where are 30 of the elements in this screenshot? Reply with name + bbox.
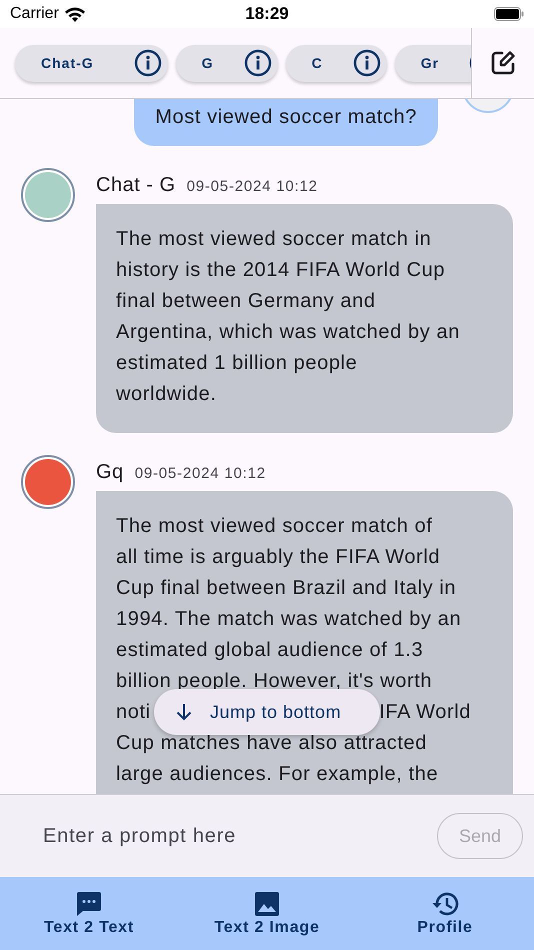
clock: 18:29 [245,4,289,24]
nav-tab[interactable]: Text 2 Image [178,877,356,950]
message-text: history is the 2014 FIFA World Cup [116,258,446,283]
model-chip[interactable]: C [286,44,387,82]
message-text: noti [116,700,151,725]
model-chip[interactable]: G [176,44,278,82]
message-text: estimated global audience of 1.3 [116,638,424,663]
message-text: IFA World [379,700,471,725]
prompt-field[interactable]: Enter a prompt here [41,824,427,848]
model-chip[interactable]: Gr [394,44,471,82]
timestamp: 09-05-2024 10:12 [186,178,318,195]
jump-to-bottom-button[interactable]: Jump to bottom [154,689,380,735]
message-text: final between Germany and [116,289,377,314]
timestamp: 09-05-2024 10:12 [134,465,266,482]
message-text: all time is arguably the FIFA World [116,545,442,570]
message-text: Most viewed soccer match? [155,106,417,128]
carrier-name: Carrier [10,5,59,23]
model-chip[interactable]: Chat-G [15,44,168,82]
message-text: The most viewed soccer match of [116,514,434,539]
sender-name: Gq [96,461,124,484]
message-text: 1994. The match was watched by an [116,607,462,632]
nav-tab[interactable]: Text 2 Text [0,877,178,950]
nav-tab[interactable]: Profile [356,877,534,950]
message-text: estimated 1 billion people [116,351,358,376]
message-text: The most viewed soccer match in [116,227,432,252]
message-text: worldwide. [116,382,218,407]
message-text: Argentina, which was watched by an [116,320,461,345]
message-text: Cup final between Brazil and Italy in [116,576,458,601]
message-text: large audiences. For example, the [116,762,440,787]
sender-name: Chat - G [96,174,176,197]
